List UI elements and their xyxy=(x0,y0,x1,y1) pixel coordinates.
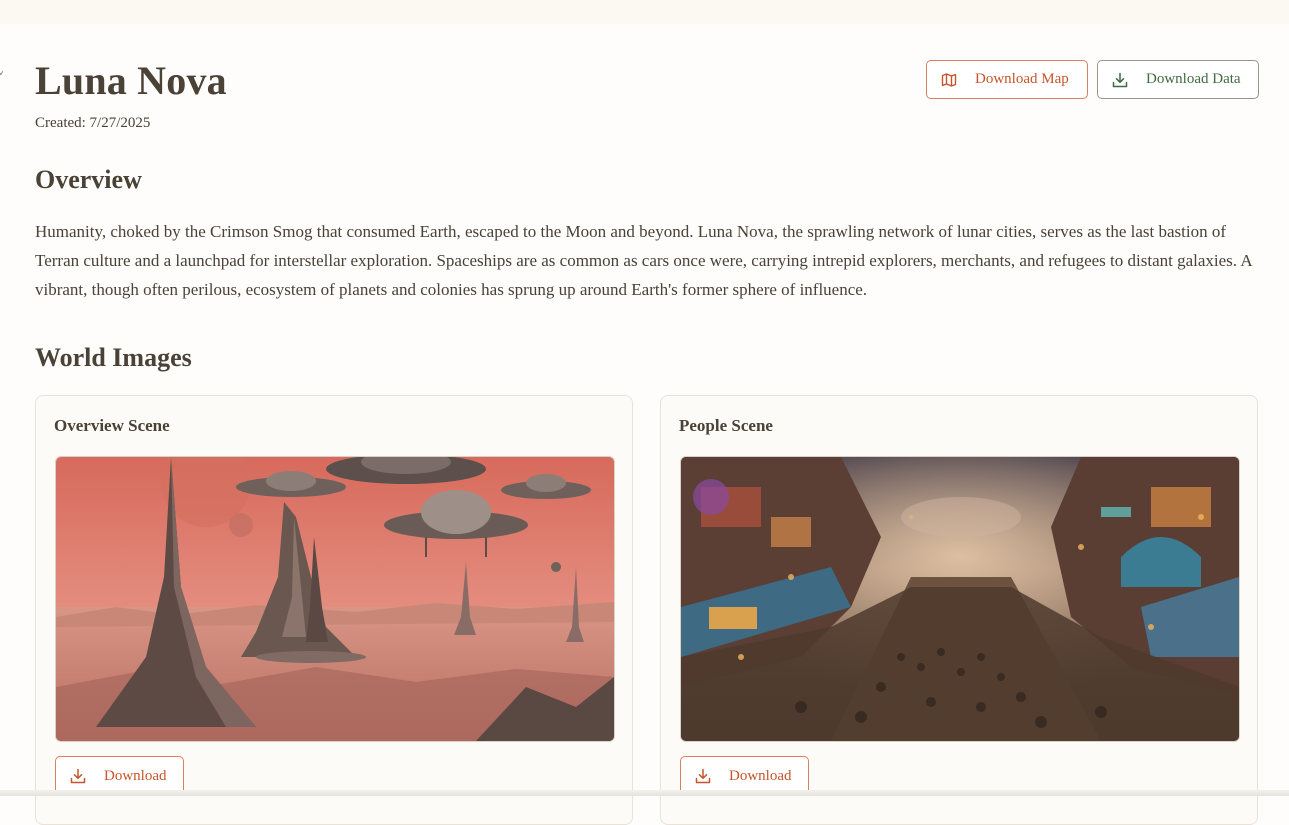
edge-icon: ✓ xyxy=(0,68,3,78)
world-images-heading: World Images xyxy=(35,343,192,372)
overview-text: Humanity, choked by the Crimson Smog tha… xyxy=(35,222,1252,299)
map-icon xyxy=(941,72,957,87)
download-icon xyxy=(1112,72,1128,87)
bottom-edge xyxy=(0,790,1289,796)
overview-scene-image xyxy=(55,456,615,742)
image-card-title: People Scene xyxy=(679,416,773,435)
header-actions: Download Map Download Data xyxy=(926,60,1259,99)
overview-heading: Overview xyxy=(35,165,142,194)
created-date: Created: 7/27/2025 xyxy=(35,115,151,131)
download-icon xyxy=(70,768,86,784)
page-title: Luna Nova xyxy=(35,58,227,103)
download-map-button[interactable]: Download Map xyxy=(926,60,1088,99)
download-label: Download xyxy=(104,767,167,784)
download-map-label: Download Map xyxy=(975,71,1069,87)
top-bar xyxy=(0,0,1289,24)
download-label: Download xyxy=(729,767,792,784)
download-icon xyxy=(695,768,711,784)
image-card-title: Overview Scene xyxy=(54,416,170,435)
world-page: Luna Nova Created: 7/27/2025 Download Ma… xyxy=(35,24,1259,825)
people-scene-image xyxy=(680,456,1240,742)
image-card-people: People Scene Download xyxy=(660,395,1258,825)
image-card-overview: Overview Scene Download xyxy=(35,395,633,825)
page-header: Luna Nova Created: 7/27/2025 Download Ma… xyxy=(35,24,1259,144)
download-data-button[interactable]: Download Data xyxy=(1097,60,1259,99)
download-data-label: Download Data xyxy=(1146,71,1241,87)
world-images-grid: Overview Scene Download People Scene Dow… xyxy=(35,395,1259,825)
